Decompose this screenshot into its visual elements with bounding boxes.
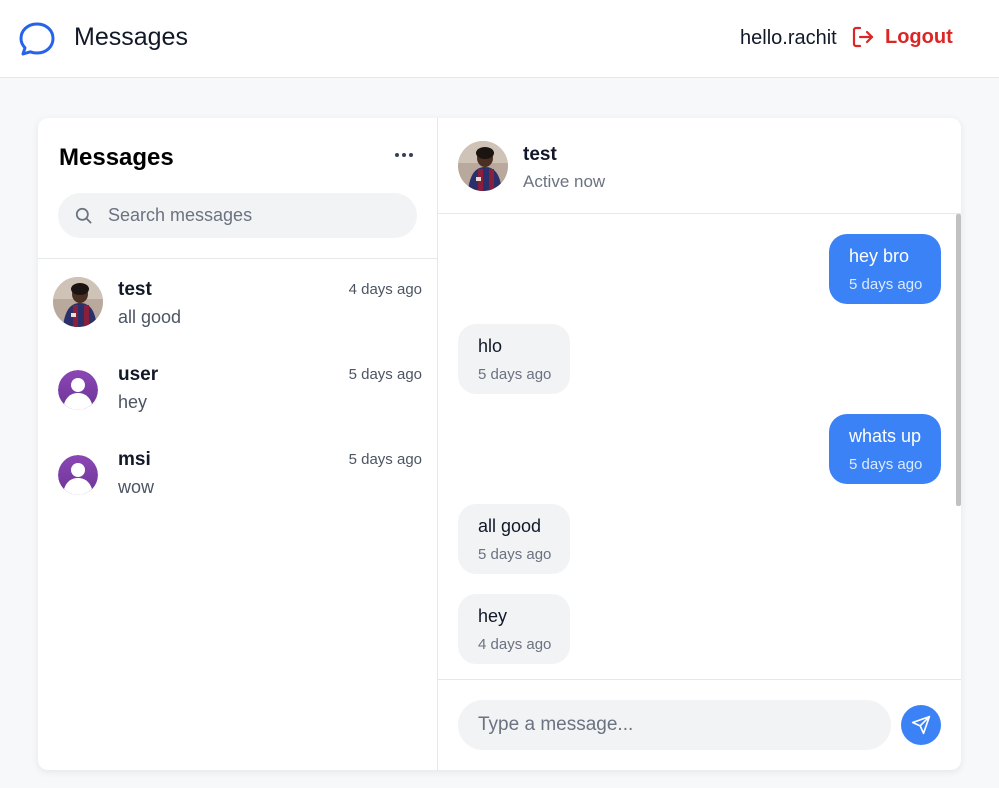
- chat-contact-status: Active now: [523, 172, 606, 191]
- send-icon: [911, 715, 931, 735]
- conversation-preview: wow: [118, 477, 155, 497]
- logout-label: Logout: [885, 25, 953, 48]
- search-box: [58, 193, 417, 238]
- conversation-item-user[interactable]: user 5 days ago hey: [38, 362, 438, 447]
- username: hello.rachit: [740, 27, 837, 49]
- logout-button[interactable]: Logout: [851, 25, 953, 49]
- divider: [38, 258, 438, 259]
- message-scrollbar[interactable]: [956, 214, 961, 506]
- message-bubble-sent: whats up 5 days ago: [829, 414, 941, 484]
- message-list[interactable]: hey bro 5 days ago hlo 5 days ago whats …: [438, 214, 961, 679]
- default-user-avatar: [58, 455, 98, 495]
- chat-panel: test Active now hey bro 5 days ago hlo 5…: [438, 118, 961, 770]
- conversation-name: test: [118, 279, 152, 300]
- chat-bubble-icon: [19, 22, 55, 56]
- conversation-item-test[interactable]: test 4 days ago all good: [38, 277, 438, 362]
- message-time: 4 days ago: [478, 636, 552, 653]
- conversation-time: 4 days ago: [348, 281, 422, 298]
- search-input[interactable]: [108, 193, 403, 238]
- message-text: hey bro: [849, 246, 910, 266]
- message-bubble-received: hey 4 days ago: [458, 594, 570, 664]
- conversation-preview: all good: [118, 307, 182, 327]
- message-bubble-sent: hey bro 5 days ago: [829, 234, 941, 304]
- conversation-name: msi: [118, 449, 151, 470]
- avatar: [53, 277, 103, 327]
- more-horizontal-icon: [395, 153, 399, 157]
- message-text: whats up: [849, 426, 922, 446]
- message-time: 5 days ago: [849, 276, 923, 293]
- more-options-button[interactable]: [390, 145, 418, 165]
- conversation-item-msi[interactable]: msi 5 days ago wow: [38, 447, 438, 532]
- conversation-time: 5 days ago: [348, 451, 422, 468]
- send-button[interactable]: [901, 705, 941, 745]
- message-input[interactable]: [458, 700, 891, 750]
- app-title: Messages: [74, 23, 188, 51]
- message-text: all good: [478, 516, 542, 536]
- message-time: 5 days ago: [478, 366, 552, 383]
- conversation-sidebar: Messages test 4 days ago all good user 5…: [38, 118, 438, 770]
- chat-contact-name: test: [523, 144, 557, 165]
- message-text: hey: [478, 606, 508, 626]
- message-bubble-received: hlo 5 days ago: [458, 324, 570, 394]
- message-time: 5 days ago: [849, 456, 923, 473]
- message-bubble-received: all good 5 days ago: [458, 504, 570, 574]
- avatar: [458, 141, 508, 191]
- chat-header: test Active now: [438, 118, 961, 214]
- message-time: 5 days ago: [478, 546, 552, 563]
- logout-icon: [852, 26, 874, 48]
- conversation-preview: hey: [118, 392, 148, 412]
- top-bar: Messages hello.rachit Logout: [0, 0, 999, 78]
- search-icon: [75, 207, 92, 224]
- message-text: hlo: [478, 336, 503, 356]
- conversation-name: user: [118, 364, 159, 385]
- sidebar-title: Messages: [59, 144, 174, 171]
- conversation-time: 5 days ago: [348, 366, 422, 383]
- messenger-card: Messages test 4 days ago all good user 5…: [38, 118, 961, 770]
- message-composer: [438, 679, 961, 770]
- default-user-avatar: [58, 370, 98, 410]
